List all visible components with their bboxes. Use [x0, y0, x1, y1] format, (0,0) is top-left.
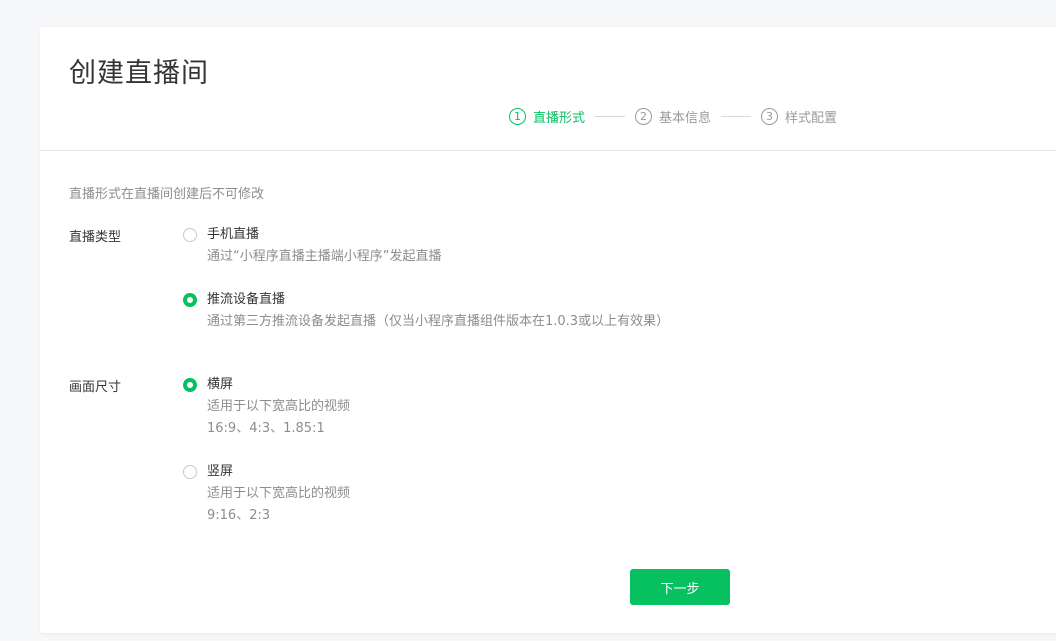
option-title: 手机直播 [207, 227, 260, 242]
step-1-number: 1 [509, 108, 526, 125]
option-description: 通过第三方推流设备发起直播（仅当小程序直播组件版本在1.0.3或以上有效果） [207, 314, 670, 329]
step-2-label: 基本信息 [659, 111, 712, 126]
live-type-label: 直播类型 [69, 230, 122, 245]
option-description: 通过“小程序直播主播端小程序”发起直播 [207, 249, 442, 264]
card-header: 创建直播间 1 直播形式 2 基本信息 3 样式配置 [40, 27, 1056, 151]
step-2: 2 基本信息 [635, 107, 711, 126]
radio-mobile-live[interactable] [183, 228, 197, 242]
step-3-number: 3 [761, 108, 779, 125]
radio-portrait[interactable] [183, 465, 197, 479]
step-connector [721, 116, 752, 117]
option-ratios: 9:16、2:3 [207, 508, 271, 523]
step-3-label: 样式配置 [785, 111, 838, 126]
notice-text: 直播形式在直播间创建后不可修改 [69, 187, 265, 202]
option-title: 推流设备直播 [207, 292, 286, 307]
option-title: 竖屏 [207, 464, 234, 479]
next-step-button[interactable]: 下一步 [630, 569, 730, 605]
step-indicator: 1 直播形式 2 基本信息 3 样式配置 [509, 107, 837, 126]
step-1-label: 直播形式 [533, 111, 586, 126]
step-1: 1 直播形式 [509, 107, 585, 126]
option-description: 适用于以下宽高比的视频 [207, 486, 351, 501]
page-title: 创建直播间 [69, 58, 209, 89]
radio-push-device-live[interactable] [183, 293, 197, 307]
create-live-room-card: 创建直播间 1 直播形式 2 基本信息 3 样式配置 直播形式在直播间创建后不可… [40, 27, 1056, 633]
screen-size-label: 画面尺寸 [69, 380, 122, 395]
option-description: 适用于以下宽高比的视频 [207, 399, 351, 414]
radio-landscape[interactable] [183, 378, 197, 392]
option-title: 横屏 [207, 377, 234, 392]
option-ratios: 16:9、4:3、1.85:1 [207, 421, 325, 436]
step-3: 3 样式配置 [761, 107, 837, 126]
step-2-number: 2 [635, 108, 653, 125]
step-connector [595, 116, 626, 117]
